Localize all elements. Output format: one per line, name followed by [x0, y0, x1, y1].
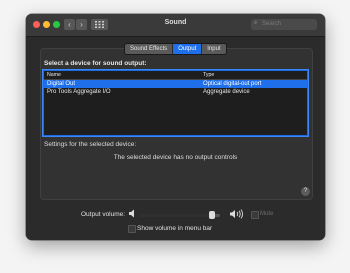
speaker-low-icon — [129, 209, 134, 218]
device-name: Digital Out — [47, 81, 76, 87]
slider-knob[interactable] — [209, 211, 215, 219]
question-icon: ? — [303, 188, 308, 194]
output-device-table[interactable]: Name Type Digital Out Optical digital-ou… — [43, 70, 308, 136]
tab-output[interactable]: Output — [173, 44, 203, 54]
device-name: Pro Tools Aggregate I/O — [47, 89, 111, 95]
device-type: Optical digital-out port — [203, 81, 262, 87]
show-volume-in-menubar-checkbox[interactable] — [128, 225, 136, 233]
search-field[interactable]: ⌕ Search — [251, 19, 317, 30]
settings-label: Settings for the selected device: — [44, 141, 137, 148]
column-header-name[interactable]: Name — [47, 72, 61, 78]
device-list-heading: Select a device for sound output: — [44, 60, 147, 67]
speaker-high-icon — [230, 209, 244, 219]
no-controls-message: The selected device has no output contro… — [113, 154, 238, 161]
tab-sound-effects[interactable]: Sound Effects — [125, 44, 174, 54]
output-volume-label: Output volume: — [81, 211, 126, 218]
title-bar: ‹ › Sound ⌕ Search — [26, 14, 325, 37]
slider-track-fill — [140, 214, 212, 217]
magnifier-icon: ⌕ — [254, 20, 258, 26]
tab-bar: Sound Effects Output Input — [124, 43, 227, 55]
device-type: Aggregate device — [203, 89, 250, 95]
table-row[interactable]: Digital Out Optical digital-out port — [44, 80, 307, 88]
table-header: Name Type — [44, 71, 307, 80]
help-button[interactable]: ? — [301, 187, 310, 196]
show-volume-in-menubar-label[interactable]: Show volume in menu bar — [137, 225, 212, 232]
search-placeholder: Search — [262, 21, 282, 27]
output-volume-slider[interactable] — [140, 211, 220, 219]
column-header-type[interactable]: Type — [203, 72, 214, 78]
mute-checkbox[interactable] — [251, 211, 259, 219]
table-row[interactable]: Pro Tools Aggregate I/O Aggregate device — [44, 88, 307, 96]
sound-preferences-window: ‹ › Sound ⌕ Search Sound Effects Output … — [26, 14, 325, 240]
mute-label[interactable]: Mute — [260, 211, 273, 217]
tab-input[interactable]: Input — [202, 44, 225, 54]
